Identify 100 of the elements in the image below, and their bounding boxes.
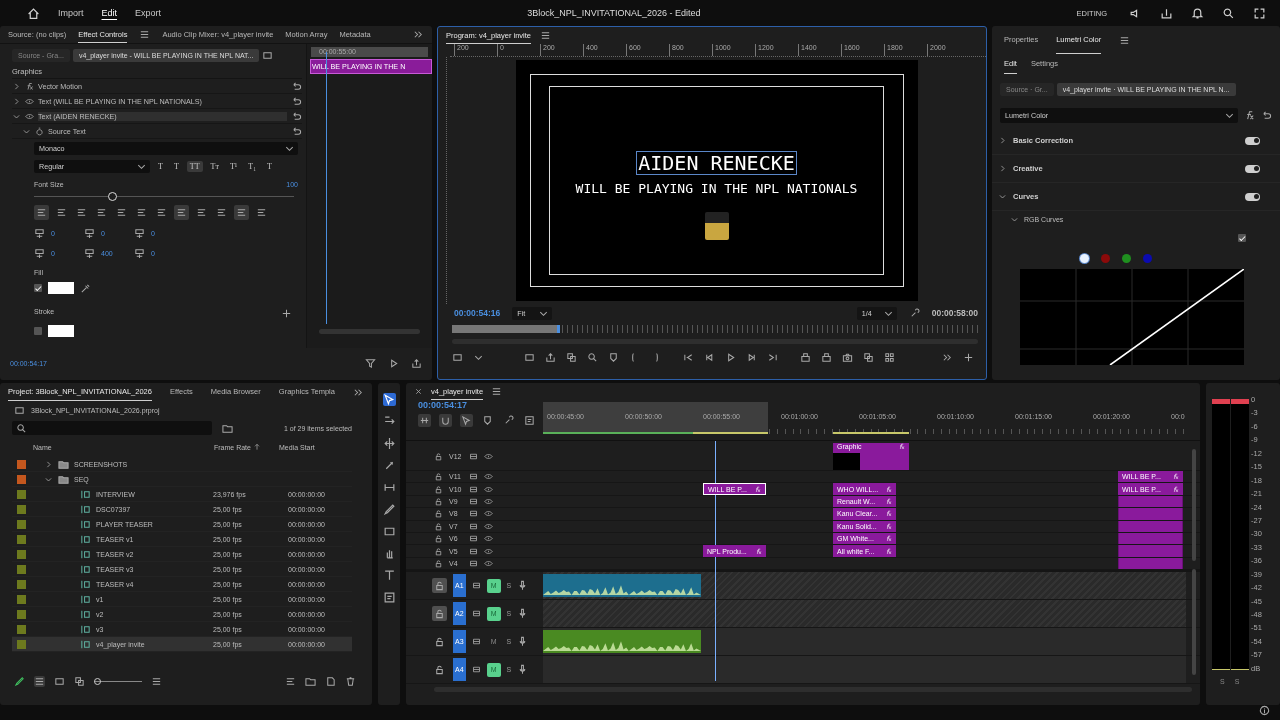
selection-tool-icon[interactable] <box>382 393 396 406</box>
audio-track-lane[interactable] <box>543 600 1186 628</box>
workspace-menu-button[interactable]: Edit <box>101 8 118 18</box>
align-icon[interactable] <box>234 205 249 220</box>
reset-icon[interactable] <box>291 110 302 122</box>
align-icon[interactable] <box>34 205 49 220</box>
curve-checkbox[interactable] <box>1238 234 1246 242</box>
sync-lock-icon[interactable] <box>469 521 478 531</box>
fx-icon[interactable] <box>25 81 34 91</box>
text-style-button[interactable]: T₁ <box>245 161 259 172</box>
audio-track-lane[interactable] <box>543 656 1186 684</box>
nest-icon[interactable] <box>418 414 431 427</box>
notification-icon[interactable] <box>1191 6 1204 20</box>
sync-lock-icon[interactable] <box>469 558 478 568</box>
add-icon[interactable] <box>281 308 292 319</box>
section-toggle[interactable] <box>1245 136 1260 145</box>
audio-clip[interactable] <box>543 630 701 654</box>
menu-icon[interactable] <box>139 29 151 40</box>
step-back-icon[interactable] <box>704 351 715 363</box>
sync-lock-icon[interactable] <box>469 472 478 482</box>
safe-margins-icon[interactable] <box>452 351 463 363</box>
new-item-icon[interactable] <box>325 675 336 687</box>
filter-icon[interactable] <box>365 357 376 369</box>
eyedropper-icon[interactable] <box>80 282 91 294</box>
lock-icon[interactable] <box>434 452 443 461</box>
marker-icon[interactable] <box>481 414 494 427</box>
sync-lock-icon[interactable] <box>469 484 478 494</box>
channel-dot[interactable] <box>1080 254 1089 263</box>
workspace-menu-button[interactable]: Export <box>135 8 162 18</box>
overlay-icon[interactable] <box>884 351 895 363</box>
label-color[interactable] <box>17 519 26 529</box>
play-audio-icon[interactable] <box>388 357 399 369</box>
lock-icon[interactable] <box>434 546 443 556</box>
sort-icon[interactable] <box>151 675 162 687</box>
more-panels-icon[interactable] <box>413 29 424 40</box>
label-color[interactable] <box>17 579 26 589</box>
text-style-button[interactable]: T <box>263 161 275 172</box>
camera-icon[interactable] <box>842 351 853 363</box>
more-icon[interactable] <box>942 351 953 363</box>
pencil-icon[interactable] <box>14 675 25 687</box>
info-icon[interactable] <box>1259 705 1270 716</box>
text-style-button[interactable]: Tт <box>207 161 222 172</box>
share-icon[interactable] <box>1160 6 1173 20</box>
marker-icon[interactable] <box>608 351 619 363</box>
icon-view-icon[interactable] <box>54 675 65 687</box>
eye-icon[interactable] <box>484 484 493 494</box>
ripple-edit-icon[interactable] <box>382 437 396 450</box>
sync-lock-icon[interactable] <box>471 637 481 647</box>
new-bin-icon[interactable] <box>305 675 316 687</box>
sync-lock-icon[interactable] <box>469 546 478 556</box>
playhead-timecode[interactable]: 00:00:54:17 <box>418 400 543 410</box>
stroke-checkbox[interactable] <box>34 327 42 335</box>
toggle-timeline-icon[interactable] <box>262 49 274 61</box>
playhead-timecode[interactable]: 00:00:54:16 <box>454 308 501 318</box>
fullscreen-icon[interactable] <box>1253 6 1266 20</box>
sync-lock-icon[interactable] <box>471 609 481 619</box>
video-clip[interactable] <box>1118 545 1183 557</box>
lock-icon[interactable] <box>434 521 443 531</box>
sort-icon[interactable] <box>285 675 296 687</box>
trash-icon[interactable] <box>345 675 356 687</box>
snap-icon[interactable] <box>439 414 452 427</box>
label-color[interactable] <box>17 609 26 619</box>
slip-icon[interactable] <box>382 481 396 494</box>
label-color[interactable] <box>17 459 26 469</box>
eye-icon[interactable] <box>484 452 493 461</box>
channel-dot[interactable] <box>1122 254 1131 263</box>
text-style-button[interactable]: T <box>155 161 166 172</box>
label-color[interactable] <box>17 504 26 514</box>
lock-icon[interactable] <box>434 484 443 494</box>
linked-selection-icon[interactable] <box>460 414 473 427</box>
eye-icon[interactable] <box>25 111 34 121</box>
lock-icon[interactable] <box>434 509 443 519</box>
rectangle-icon[interactable] <box>382 525 396 538</box>
fx-icon[interactable] <box>1244 110 1255 121</box>
search-field[interactable] <box>12 421 212 435</box>
home-icon[interactable] <box>27 6 40 20</box>
text-style-button[interactable]: TT <box>186 161 203 172</box>
vertical-scrollbar[interactable] <box>1192 569 1196 675</box>
label-color[interactable] <box>17 594 26 604</box>
section-toggle[interactable] <box>1245 192 1260 201</box>
label-color[interactable] <box>17 639 26 649</box>
lock-icon[interactable] <box>434 558 443 568</box>
zoom-scrollbar[interactable] <box>319 329 420 334</box>
freeform-view-icon[interactable] <box>74 675 85 687</box>
eye-icon[interactable] <box>484 509 493 519</box>
label-color[interactable] <box>17 474 26 484</box>
text-style-button[interactable]: T <box>170 161 182 172</box>
step-forward-icon[interactable] <box>746 351 757 363</box>
menu-icon[interactable] <box>540 30 552 41</box>
go-to-out-icon[interactable] <box>767 351 778 363</box>
reset-icon[interactable] <box>291 80 302 92</box>
playhead-line[interactable] <box>715 441 716 681</box>
comparison-icon[interactable] <box>863 351 874 363</box>
label-color[interactable] <box>17 549 26 559</box>
caption-tool-icon[interactable] <box>382 591 396 604</box>
menu-icon[interactable] <box>1119 34 1131 46</box>
video-clip[interactable] <box>1118 520 1183 532</box>
monitor-icon[interactable] <box>524 351 535 363</box>
fill-color-swatch[interactable] <box>48 282 74 294</box>
channel-dot[interactable] <box>1143 254 1152 263</box>
